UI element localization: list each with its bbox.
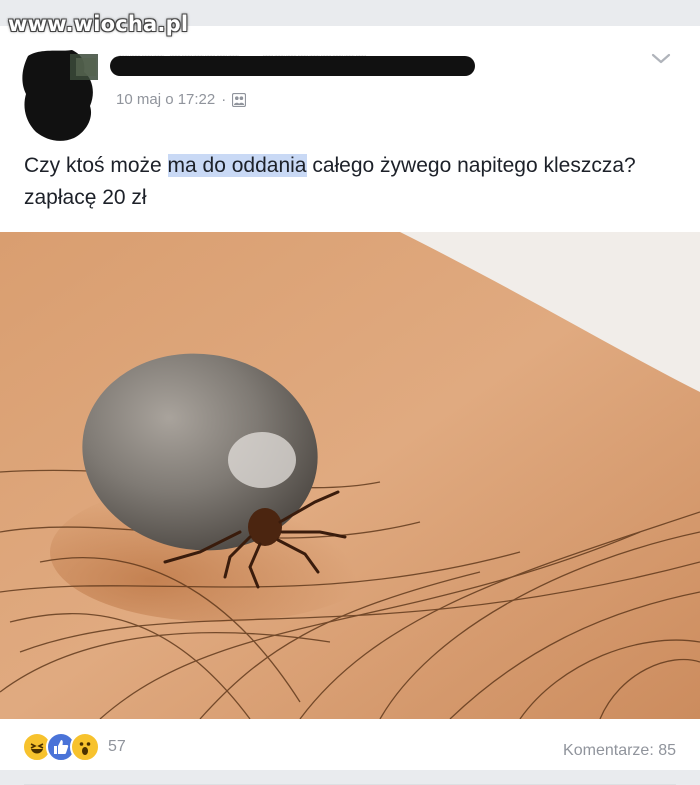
author-name-redaction (110, 56, 475, 76)
tick-photo (0, 232, 700, 719)
comments-count[interactable]: Komentarze: 85 (563, 742, 676, 760)
meta-separator: · (221, 91, 227, 108)
post-text-part-1: Czy ktoś może (24, 154, 168, 177)
reaction-count[interactable]: 57 (108, 738, 126, 756)
group-icon (232, 92, 247, 107)
post-options-chevron-icon[interactable] (650, 50, 672, 68)
post-text-highlight: ma do oddania (167, 154, 307, 177)
post-timestamp[interactable]: 10 maj o 17:22 (116, 91, 215, 108)
post-meta: 10 maj o 17:22 · (116, 91, 247, 108)
avatar-redacted[interactable] (20, 48, 100, 144)
wow-icon (70, 732, 100, 762)
post-photo[interactable] (0, 232, 700, 719)
site-watermark: www.wiocha.pl (8, 12, 189, 36)
reactions-summary[interactable]: 57 (22, 732, 126, 762)
post-card: ▒▒▒▒ ▒▒▒▒▒▒ ▶ ▒▒▒▒▒▒▒▒▒ 10 maj o 17:22 ·… (0, 26, 700, 785)
post-text: Czy ktoś może ma do oddania całego żyweg… (24, 150, 684, 214)
